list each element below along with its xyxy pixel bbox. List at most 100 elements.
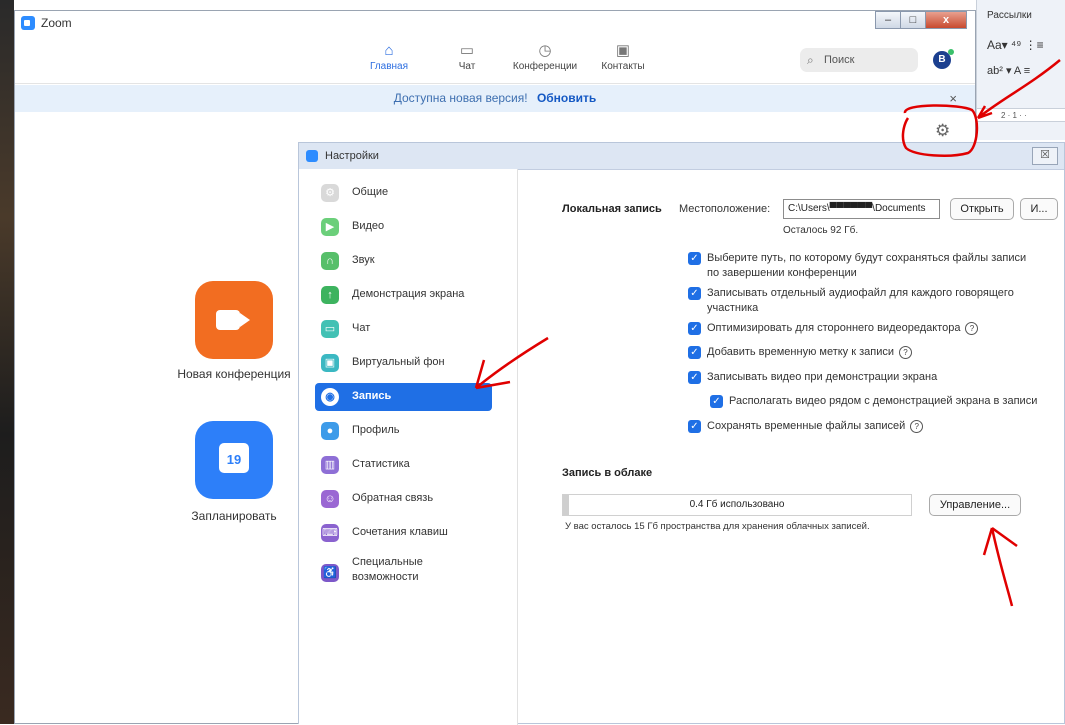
- settings-close-button[interactable]: ☒: [1032, 147, 1058, 165]
- sidebar-item-label: Сочетания клавиш: [352, 526, 448, 538]
- new-meeting-label: Новая конференция: [177, 367, 291, 381]
- online-status-dot: [948, 49, 954, 55]
- chat-icon: ▭: [459, 42, 475, 59]
- checkbox[interactable]: ✓: [688, 287, 701, 300]
- search-placeholder: Поиск: [824, 54, 855, 66]
- sidebar-item-label: Виртуальный фон: [352, 356, 445, 368]
- sidebar-item-label: Обратная связь: [352, 492, 434, 504]
- avatar[interactable]: B: [933, 49, 954, 69]
- sidebar-item-4[interactable]: ▭ Чат: [315, 315, 492, 343]
- nav-item-label: Главная: [369, 61, 409, 72]
- update-link[interactable]: Обновить: [537, 91, 596, 105]
- feedback-icon: ☺: [321, 490, 339, 508]
- sidebar-item-7[interactable]: ● Профиль: [315, 417, 492, 445]
- video-camera-icon: [216, 310, 240, 330]
- nav-item-2[interactable]: ◷ Конференции: [506, 41, 584, 72]
- chat-icon: ▭: [321, 320, 339, 338]
- format-tools-row[interactable]: ab² ▾ A ≡: [987, 64, 1030, 77]
- option-label: Записывать видео при демонстрации экрана: [707, 371, 938, 383]
- checkbox[interactable]: ✓: [688, 252, 701, 265]
- minimize-button[interactable]: –: [875, 11, 901, 29]
- recording-option-3: ✓ Добавить временную метку к записи?: [688, 345, 1038, 360]
- sidebar-item-5[interactable]: ▣ Виртуальный фон: [315, 349, 492, 377]
- cloud-usage-fill: [563, 495, 569, 515]
- help-icon[interactable]: ?: [899, 345, 913, 359]
- cloud-space-remaining: У вас осталось 15 Гб пространства для хр…: [565, 521, 870, 532]
- clock-icon: ◷: [538, 42, 552, 59]
- checkbox[interactable]: ✓: [710, 395, 723, 408]
- recording-option-1: ✓ Записывать отдельный аудиофайл для кажд…: [688, 286, 1038, 316]
- settings-window: Настройки ☒ ⚙ Общие ▶ Видео ∩ Звук ↑ Демонстрац…: [298, 142, 1065, 725]
- sidebar-item-11[interactable]: ♿ Специальные возможности: [315, 553, 492, 593]
- recording-option-5: ✓ Располагать видео рядом с демонстрацией…: [710, 394, 1050, 409]
- desktop-background-strip: [0, 0, 14, 724]
- settings-sidebar: ⚙ Общие ▶ Видео ∩ Звук ↑ Демонстрация экрана ▭ Ча…: [299, 169, 518, 725]
- avatar-letter: B: [938, 54, 946, 65]
- sidebar-item-8[interactable]: ▥ Статистика: [315, 451, 492, 479]
- option-label: Добавить временную метку к записи: [707, 346, 895, 358]
- search-icon: ⌕: [807, 53, 814, 67]
- sidebar-item-label: Звук: [352, 254, 375, 266]
- option-label: Оптимизировать для стороннего видеоредак…: [707, 322, 961, 334]
- sidebar-item-0[interactable]: ⚙ Общие: [315, 179, 492, 207]
- statistics-icon: ▥: [321, 456, 339, 474]
- nav-item-0[interactable]: ⌂ Главная: [350, 41, 428, 72]
- search-input[interactable]: ⌕ Поиск: [800, 48, 918, 72]
- manage-button[interactable]: Управление...: [929, 494, 1021, 516]
- local-recording-title: Локальная запись: [562, 203, 662, 215]
- sidebar-item-3[interactable]: ↑ Демонстрация экрана: [315, 281, 492, 309]
- checkbox[interactable]: ✓: [688, 346, 701, 359]
- cloud-usage-bar: 0.4 Гб использовано: [562, 494, 912, 516]
- nav-item-label: Контакты: [601, 61, 645, 72]
- sidebar-item-1[interactable]: ▶ Видео: [315, 213, 492, 241]
- option-label: Выберите путь, по которому будут сохраня…: [707, 252, 1027, 279]
- nav-item-label: Конференции: [512, 61, 578, 72]
- ruler: 2 · 1 · ·: [977, 108, 1065, 122]
- new-meeting-button[interactable]: [195, 281, 273, 359]
- help-icon[interactable]: ?: [910, 419, 924, 433]
- keyboard-icon: ⌨: [321, 524, 339, 542]
- open-button[interactable]: Открыть: [950, 198, 1014, 220]
- checkbox[interactable]: ✓: [688, 322, 701, 335]
- update-banner-close-icon[interactable]: ×: [949, 85, 957, 112]
- sidebar-item-10[interactable]: ⌨ Сочетания клавиш: [315, 519, 492, 547]
- record-icon: ◉: [321, 388, 339, 406]
- gear-icon[interactable]: ⚙: [935, 121, 950, 141]
- sidebar-item-label: Общие: [352, 186, 389, 198]
- accessibility-icon: ♿: [321, 564, 339, 582]
- font-tools-row[interactable]: Aa▾ ⁴⁹ ⋮≡: [987, 38, 1044, 52]
- profile-icon: ●: [321, 422, 339, 440]
- nav-item-1[interactable]: ▭ Чат: [428, 41, 506, 72]
- nav-item-3[interactable]: ▣ Контакты: [584, 41, 662, 72]
- update-banner-text: Доступна новая версия!: [393, 91, 528, 105]
- recording-path-field[interactable]: C:\Users\▀▀▀▀▀▀\Documents: [783, 199, 940, 219]
- checkbox[interactable]: ✓: [688, 371, 701, 384]
- sidebar-item-9[interactable]: ☺ Обратная связь: [315, 485, 492, 513]
- calendar-icon: 19: [219, 443, 249, 473]
- sidebar-item-label: Демонстрация экрана: [352, 288, 465, 300]
- checkbox[interactable]: ✓: [688, 420, 701, 433]
- zoom-logo-icon: [21, 16, 35, 30]
- main-navigation: ⌂ Главная ▭ Чат ◷ Конференции ▣ Контакты: [350, 41, 662, 72]
- maximize-button[interactable]: □: [900, 11, 926, 29]
- headphones-icon: ∩: [321, 252, 339, 270]
- change-folder-button[interactable]: И...: [1020, 198, 1058, 220]
- window-title: Zoom: [41, 16, 72, 30]
- sidebar-item-label: Чат: [352, 322, 371, 334]
- option-label: Сохранять временные файлы записей: [707, 420, 906, 432]
- sidebar-item-6[interactable]: ◉ Запись: [315, 383, 492, 411]
- mailings-tab[interactable]: Рассылки: [987, 10, 1032, 21]
- virtual-background-icon: ▣: [321, 354, 339, 372]
- schedule-button[interactable]: 19: [195, 421, 273, 499]
- close-button[interactable]: x: [925, 11, 967, 29]
- zoom-logo-icon: [306, 150, 318, 162]
- main-toolbar: ⌂ Главная ▭ Чат ◷ Конференции ▣ Контакты ⌕ Поис…: [15, 35, 975, 84]
- video-icon: ▶: [321, 218, 339, 236]
- sidebar-item-2[interactable]: ∩ Звук: [315, 247, 492, 275]
- cloud-usage-text: 0.4 Гб использовано: [689, 499, 785, 510]
- recording-settings-panel: Локальная запись Местоположение: C:\User…: [518, 169, 1065, 725]
- word-ribbon-strip: Рассылки Aa▾ ⁴⁹ ⋮≡ ab² ▾ A ≡ 2 · 1 · ·: [976, 0, 1065, 140]
- help-icon[interactable]: ?: [965, 321, 979, 335]
- sidebar-item-label: Профиль: [352, 424, 400, 436]
- local-space-remaining: Осталось 92 Гб.: [783, 225, 859, 236]
